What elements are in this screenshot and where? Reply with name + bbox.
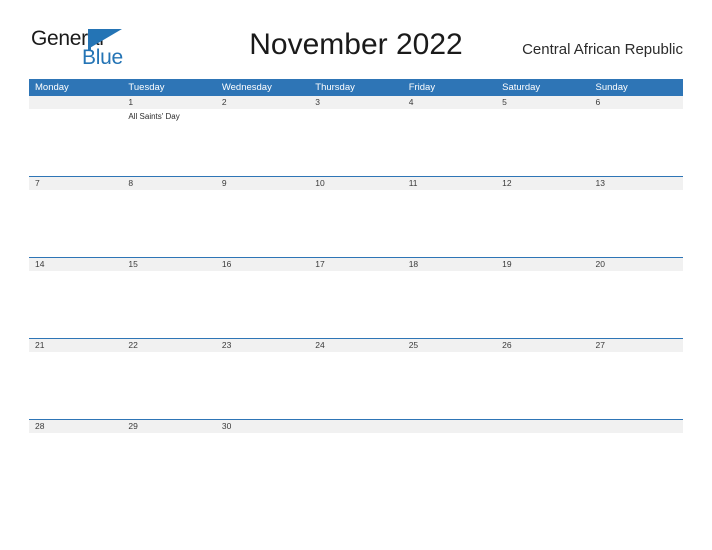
page-header: General Blue November 2022 Central Afric… (0, 0, 712, 78)
weekday-header-row: Monday Tuesday Wednesday Thursday Friday… (29, 79, 683, 96)
day-number[interactable]: 29 (122, 420, 215, 433)
day-cell[interactable] (496, 433, 589, 500)
day-cell[interactable] (216, 352, 309, 419)
day-number[interactable]: 6 (590, 96, 683, 109)
day-number[interactable]: 28 (29, 420, 122, 433)
day-number[interactable]: 17 (309, 258, 402, 271)
day-number[interactable]: 23 (216, 339, 309, 352)
week-date-band: 7 8 9 10 11 12 13 (29, 177, 683, 190)
day-cell[interactable] (403, 271, 496, 338)
week-event-band (29, 433, 683, 500)
day-number[interactable]: 11 (403, 177, 496, 190)
day-number[interactable]: 18 (403, 258, 496, 271)
day-number[interactable]: 21 (29, 339, 122, 352)
week-event-band: All Saints' Day (29, 109, 683, 176)
day-number[interactable]: 4 (403, 96, 496, 109)
day-cell[interactable] (29, 109, 122, 176)
day-cell[interactable]: All Saints' Day (122, 109, 215, 176)
week-date-band: 1 2 3 4 5 6 (29, 96, 683, 109)
weekday-header-thursday: Thursday (315, 82, 355, 93)
day-number[interactable]: 1 (122, 96, 215, 109)
event-label: All Saints' Day (128, 112, 180, 121)
day-cell[interactable] (403, 433, 496, 500)
week-event-band (29, 271, 683, 338)
day-cell[interactable] (309, 433, 402, 500)
day-cell[interactable] (496, 109, 589, 176)
day-cell[interactable] (590, 109, 683, 176)
day-number[interactable]: 10 (309, 177, 402, 190)
day-number[interactable]: 22 (122, 339, 215, 352)
day-cell[interactable] (122, 271, 215, 338)
calendar-page: General Blue November 2022 Central Afric… (0, 0, 712, 550)
day-number[interactable]: 16 (216, 258, 309, 271)
day-number[interactable]: 24 (309, 339, 402, 352)
day-cell[interactable] (216, 190, 309, 257)
day-cell[interactable] (122, 433, 215, 500)
calendar-week-row: 21 22 23 24 25 26 27 (29, 338, 683, 419)
calendar-grid: Monday Tuesday Wednesday Thursday Friday… (29, 79, 683, 500)
day-cell[interactable] (590, 271, 683, 338)
weekday-header-saturday: Saturday (502, 82, 541, 93)
day-number[interactable]: 8 (122, 177, 215, 190)
day-cell[interactable] (403, 109, 496, 176)
day-cell[interactable] (496, 352, 589, 419)
day-number[interactable] (309, 420, 402, 433)
day-number[interactable]: 26 (496, 339, 589, 352)
day-number[interactable]: 15 (122, 258, 215, 271)
day-number[interactable]: 5 (496, 96, 589, 109)
week-date-band: 14 15 16 17 18 19 20 (29, 258, 683, 271)
day-number[interactable]: 2 (216, 96, 309, 109)
day-cell[interactable] (29, 433, 122, 500)
day-cell[interactable] (590, 433, 683, 500)
day-number[interactable]: 9 (216, 177, 309, 190)
day-number[interactable] (29, 96, 122, 109)
calendar-week-row: 28 29 30 (29, 419, 683, 500)
day-number[interactable]: 25 (403, 339, 496, 352)
day-number[interactable]: 14 (29, 258, 122, 271)
day-cell[interactable] (216, 433, 309, 500)
calendar-week-row: 7 8 9 10 11 12 13 (29, 176, 683, 257)
day-cell[interactable] (590, 190, 683, 257)
calendar-week-row: 14 15 16 17 18 19 20 (29, 257, 683, 338)
day-cell[interactable] (309, 190, 402, 257)
day-number[interactable] (590, 420, 683, 433)
day-number[interactable]: 19 (496, 258, 589, 271)
day-cell[interactable] (496, 190, 589, 257)
day-cell[interactable] (309, 352, 402, 419)
day-cell[interactable] (29, 190, 122, 257)
day-number[interactable]: 7 (29, 177, 122, 190)
calendar-week-row: 1 2 3 4 5 6 All Saints' Day (29, 96, 683, 176)
weekday-header-wednesday: Wednesday (221, 82, 272, 93)
day-number[interactable]: 3 (309, 96, 402, 109)
week-event-band (29, 190, 683, 257)
day-number[interactable]: 20 (590, 258, 683, 271)
day-cell[interactable] (216, 109, 309, 176)
weekday-header-tuesday: Tuesday (128, 82, 165, 93)
day-cell[interactable] (403, 352, 496, 419)
day-cell[interactable] (216, 271, 309, 338)
day-cell[interactable] (309, 271, 402, 338)
day-cell[interactable] (29, 352, 122, 419)
weekday-header-sunday: Sunday (595, 82, 628, 93)
day-number[interactable] (496, 420, 589, 433)
day-cell[interactable] (122, 352, 215, 419)
day-number[interactable]: 30 (216, 420, 309, 433)
weekday-header-monday: Monday (35, 82, 69, 93)
day-cell[interactable] (403, 190, 496, 257)
week-date-band: 28 29 30 (29, 420, 683, 433)
day-cell[interactable] (29, 271, 122, 338)
week-event-band (29, 352, 683, 419)
day-number[interactable]: 13 (590, 177, 683, 190)
day-cell[interactable] (309, 109, 402, 176)
day-number[interactable]: 27 (590, 339, 683, 352)
week-date-band: 21 22 23 24 25 26 27 (29, 339, 683, 352)
day-cell[interactable] (590, 352, 683, 419)
weekday-header-friday: Friday (408, 82, 436, 93)
day-number[interactable] (403, 420, 496, 433)
region-label: Central African Republic (522, 41, 683, 58)
day-number[interactable]: 12 (496, 177, 589, 190)
day-cell[interactable] (496, 271, 589, 338)
day-cell[interactable] (122, 190, 215, 257)
